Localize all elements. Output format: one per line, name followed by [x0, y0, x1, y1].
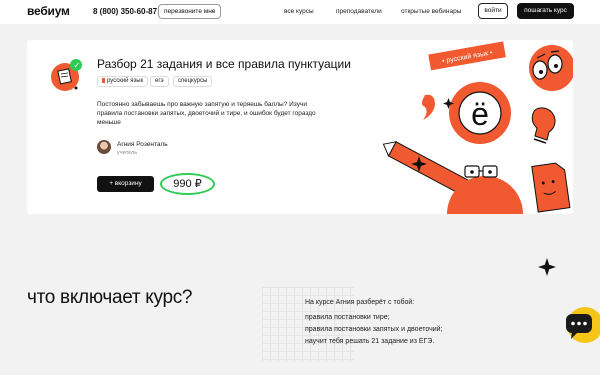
avatar — [97, 140, 111, 154]
list-item: научит тебя решать 21 задание из ЕГЭ. — [305, 338, 435, 345]
tag-special[interactable]: спецкурсы — [173, 76, 213, 87]
svg-text:✓: ✓ — [74, 61, 81, 70]
illustration: • русский язык • ё — [382, 41, 573, 214]
list-item: правила постановки тире; — [305, 314, 390, 321]
list-item: правила постановки запятых и двоеточий; — [305, 326, 443, 333]
includes-list: правила постановки тире; правила постано… — [305, 312, 443, 348]
price: 990 ₽ — [160, 173, 215, 195]
logo[interactable]: вебиум — [27, 4, 70, 18]
tag-russian[interactable]: русский язык — [97, 76, 149, 87]
phone-number[interactable]: 8 (800) 350-60-87 — [93, 7, 157, 16]
teacher-role: учитель — [117, 150, 138, 156]
tag-dot-icon — [102, 77, 105, 83]
includes-intro: На курсе Агния разберёт с тобой: — [305, 299, 415, 306]
sparkle-icon — [538, 258, 556, 276]
letter-yo: ё — [471, 96, 489, 132]
login-button[interactable]: войти — [478, 3, 508, 19]
header: вебиум 8 (800) 350-60-87 перезвоните мне… — [0, 0, 600, 24]
course-badge-icon: ✓ — [51, 59, 82, 91]
document-icon — [531, 162, 571, 213]
buy-course-button[interactable]: пошагать курс — [517, 3, 574, 19]
nav-teachers[interactable]: преподаватели — [336, 8, 382, 15]
course-card: ✓ Разбор 21 задания и все правила пункту… — [27, 40, 573, 214]
nav-webinars[interactable]: открытые вебинары — [401, 8, 461, 15]
comma-icon — [422, 94, 435, 120]
course-title: Разбор 21 задания и все правила пунктуац… — [97, 57, 351, 71]
callback-button[interactable]: перезвоните мне — [158, 4, 222, 19]
section-title: что включает курс? — [27, 287, 193, 308]
nav-all-courses[interactable]: все курсы — [284, 8, 314, 15]
chat-icon[interactable] — [563, 305, 600, 345]
tag-label: русский язык — [107, 78, 144, 84]
course-description: Постоянно забываешь про важную запятую и… — [97, 101, 316, 126]
add-to-cart-button[interactable]: + вкорзину — [97, 176, 154, 192]
teacher-name[interactable]: Агния Розенталь — [117, 141, 168, 148]
lightbulb-icon — [531, 107, 556, 141]
tag-ege[interactable]: егэ — [150, 76, 169, 87]
